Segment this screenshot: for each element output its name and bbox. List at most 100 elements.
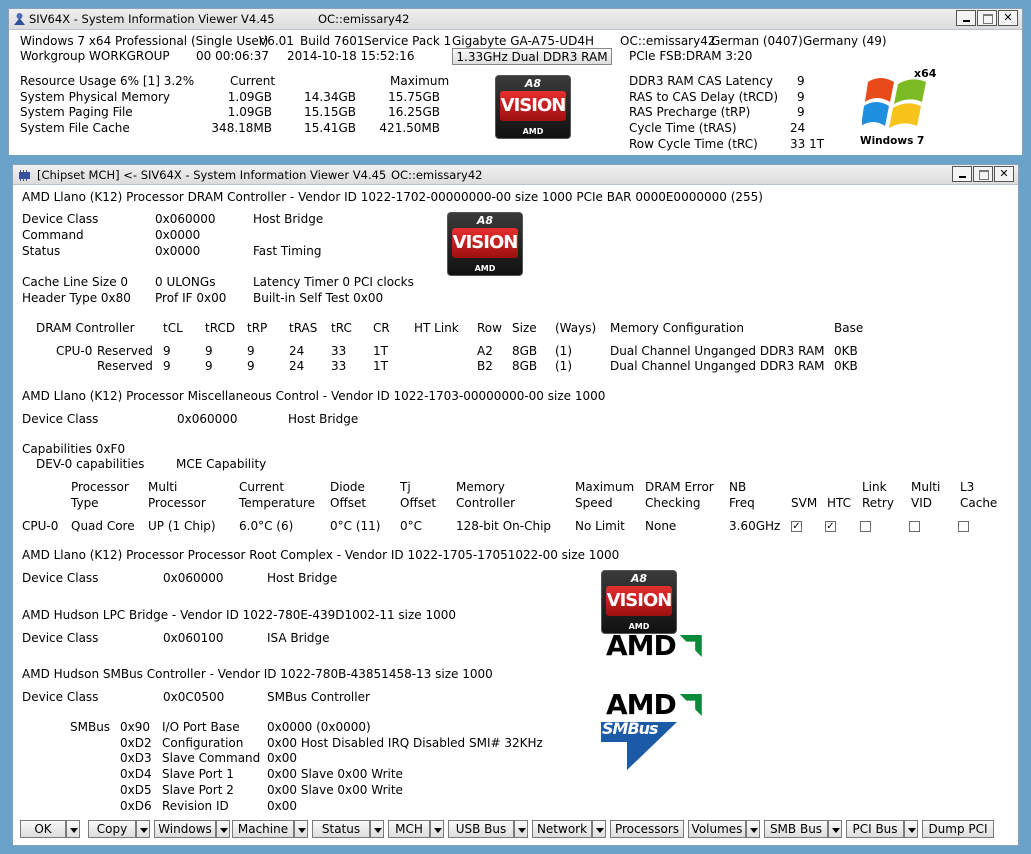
timing-value: 33 1T <box>790 137 825 151</box>
toolbar-button-status[interactable]: Status <box>312 820 370 838</box>
bist: Built-in Self Test 0x00 <box>253 291 384 305</box>
minimize-icon[interactable] <box>956 10 976 26</box>
toolbar-button-processors[interactable]: Processors <box>610 820 684 838</box>
a8-vision-logo: A8 VISION AMD <box>601 570 677 634</box>
toolbar-button-dump-pci[interactable]: Dump PCI <box>922 820 994 838</box>
amd-logo-icon: AMD <box>606 629 702 662</box>
toolbar-button-mch[interactable]: MCH <box>388 820 430 838</box>
toolbar-button-machine[interactable]: Machine <box>232 820 294 838</box>
motherboard: Gigabyte GA-A75-UD4H <box>452 34 595 48</box>
child-title-oc: OC::emissary42 <box>391 168 483 182</box>
dropdown-arrow-icon[interactable] <box>370 820 384 838</box>
dropdown-arrow-icon[interactable] <box>216 820 230 838</box>
header-maximum: Maximum <box>390 74 450 88</box>
close-icon[interactable]: ✕ <box>994 166 1014 182</box>
timing-label: Cycle Time (tRAS) <box>629 121 737 135</box>
dram-col-header: CR <box>373 321 390 335</box>
maximize-icon[interactable] <box>977 10 997 26</box>
os-info: Windows 7 x64 Professional (Single User) <box>20 34 269 48</box>
dropdown-arrow-icon[interactable] <box>746 820 760 838</box>
main-title-oc: OC::emissary42 <box>318 12 410 26</box>
os-service-pack: Service Pack 1 <box>364 34 452 48</box>
close-icon[interactable]: ✕ <box>998 10 1018 26</box>
dropdown-arrow-icon[interactable] <box>592 820 606 838</box>
smbus-logo-icon: SMBus <box>601 718 681 772</box>
child-title: [Chipset MCH] <- SIV64X - System Informa… <box>37 168 387 182</box>
dev0-capabilities: DEV-0 capabilities <box>36 457 145 471</box>
field-desc: SMBus Controller <box>267 690 370 704</box>
mem-max: 15.75GB <box>388 90 440 104</box>
mem-max: 421.50MB <box>379 121 440 135</box>
mem-label: System Paging File <box>20 105 133 119</box>
mem-current: 348.18MB <box>211 121 272 135</box>
dropdown-arrow-icon[interactable] <box>828 820 842 838</box>
dropdown-arrow-icon[interactable] <box>294 820 308 838</box>
field-desc: ISA Bridge <box>267 631 330 645</box>
a8-vision-logo: A8 VISION AMD <box>447 212 523 276</box>
dropdown-arrow-icon[interactable] <box>430 820 444 838</box>
toolbar-button-pci-bus[interactable]: PCI Bus <box>846 820 904 838</box>
field-value: 0x0000 <box>155 228 201 242</box>
capabilities: Capabilities 0xF0 <box>22 442 126 456</box>
toolbar-button-usb-bus[interactable]: USB Bus <box>448 820 514 838</box>
siv-app-icon <box>14 13 25 25</box>
smbus-label: SMBus <box>70 720 111 734</box>
dropdown-arrow-icon[interactable] <box>136 820 150 838</box>
field-desc: Host Bridge <box>253 212 324 226</box>
htc-checkbox-icon[interactable]: ✓ <box>825 521 836 532</box>
timing-label: RAS Precharge (tRP) <box>629 105 751 119</box>
multi-vid-checkbox-icon[interactable] <box>909 521 920 532</box>
a8-vision-logo: A8 VISION AMD <box>495 75 571 139</box>
mce-capability: MCE Capability <box>176 457 267 471</box>
mem-label: System File Cache <box>20 121 130 135</box>
ram-speed-button[interactable]: 1.33GHz Dual DDR3 RAM <box>452 48 612 65</box>
link-retry-checkbox-icon[interactable] <box>860 521 871 532</box>
toolbar-button-copy[interactable]: Copy <box>88 820 136 838</box>
l3-cache-checkbox-icon[interactable] <box>958 521 969 532</box>
field-desc: Fast Timing <box>253 244 322 258</box>
toolbar-button-volumes[interactable]: Volumes <box>688 820 746 838</box>
toolbar-button-ok[interactable]: OK <box>20 820 66 838</box>
language: German (0407) <box>711 34 803 48</box>
latency-timer: Latency Timer 0 PCI clocks <box>253 275 414 289</box>
workgroup: Workgroup WORKGROUP <box>20 49 170 63</box>
svm-checkbox-icon[interactable]: ✓ <box>791 521 802 532</box>
mem-mid: 14.34GB <box>304 90 356 104</box>
dram-col-header: tCL <box>163 321 183 335</box>
dram-col-header: Size <box>512 321 537 335</box>
dram-col-header: (Ways) <box>555 321 597 335</box>
ulongs: 0 ULONGs <box>155 275 216 289</box>
prof-if: Prof IF 0x00 <box>155 291 227 305</box>
timing-label: Row Cycle Time (tRC) <box>629 137 758 151</box>
dram-col-header: tRCD <box>205 321 236 335</box>
lpc-bridge-header: AMD Hudson LPC Bridge - Vendor ID 1022-7… <box>22 608 457 622</box>
dropdown-arrow-icon[interactable] <box>66 820 80 838</box>
field-value: 0x0000 <box>155 244 201 258</box>
timing-label: RAS to CAS Delay (tRCD) <box>629 90 779 104</box>
dropdown-arrow-icon[interactable] <box>904 820 918 838</box>
minimize-icon[interactable] <box>952 166 972 182</box>
oc-user: OC::emissary42 <box>620 34 716 48</box>
toolbar-button-windows[interactable]: Windows <box>154 820 216 838</box>
mem-mid: 15.15GB <box>304 105 356 119</box>
dram-col-header: tRP <box>247 321 268 335</box>
timing-label: DDR3 RAM CAS Latency <box>629 74 773 88</box>
cache-line-size: Cache Line Size 0 <box>22 275 129 289</box>
os-version: V6.01 <box>259 34 294 48</box>
dram-col-header: Row <box>477 321 502 335</box>
field-label: Device Class <box>22 690 99 704</box>
maximize-icon[interactable] <box>973 166 993 182</box>
toolbar-button-network[interactable]: Network <box>532 820 592 838</box>
field-value: 0x0C0500 <box>163 690 225 704</box>
dropdown-arrow-icon[interactable] <box>514 820 528 838</box>
field-value: 0x060000 <box>155 212 216 226</box>
date-time: 2014-10-18 15:52:16 <box>287 49 415 63</box>
main-title-bar[interactable]: SIV64X - System Information Viewer V4.45… <box>9 9 1022 30</box>
field-desc: Host Bridge <box>288 412 359 426</box>
toolbar-button-smb-bus[interactable]: SMB Bus <box>764 820 828 838</box>
dram-col-header: tRC <box>331 321 352 335</box>
field-label: Command <box>22 228 84 242</box>
child-title-bar[interactable]: [Chipset MCH] <- SIV64X - System Informa… <box>13 165 1018 185</box>
main-title: SIV64X - System Information Viewer V4.45 <box>29 12 275 26</box>
mem-label: System Physical Memory <box>20 90 170 104</box>
